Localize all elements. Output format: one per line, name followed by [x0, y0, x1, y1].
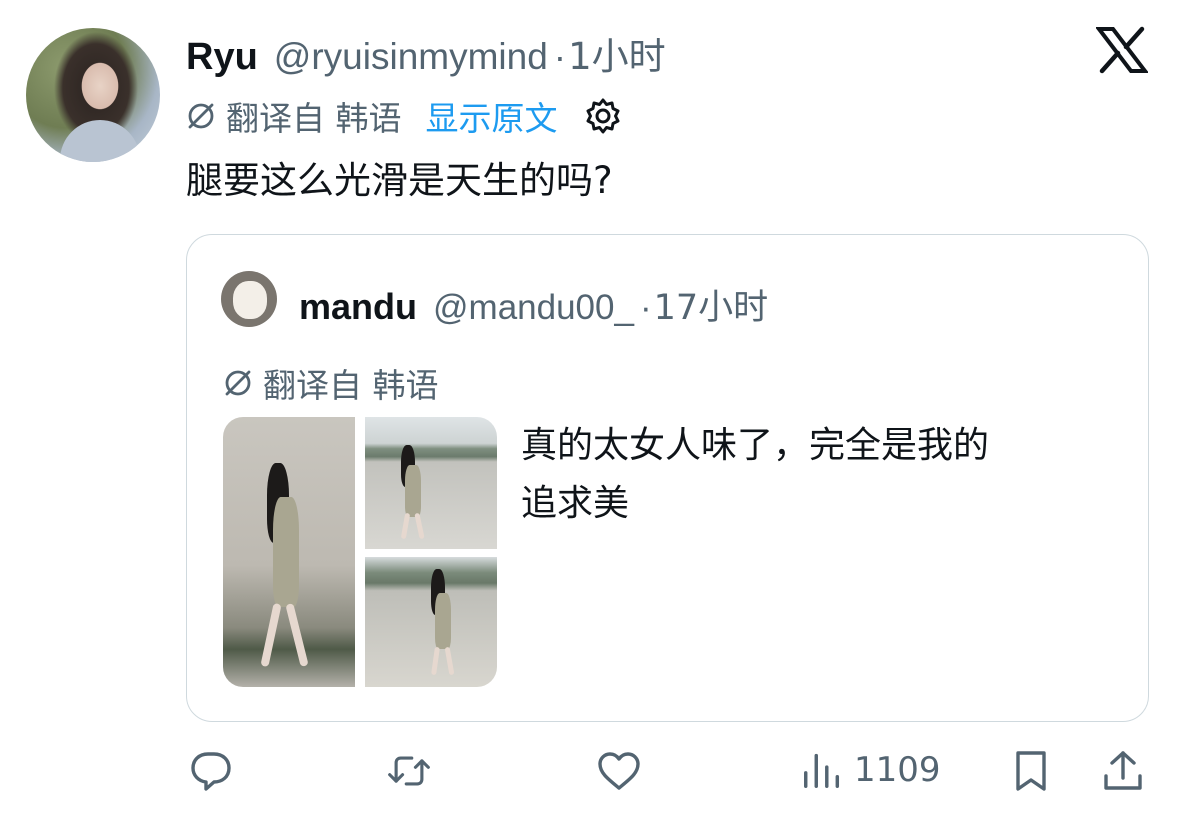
translate-icon: [188, 103, 214, 129]
show-original-link[interactable]: 显示原文: [426, 92, 558, 140]
user-handle[interactable]: @ryuisinmymind: [274, 36, 548, 78]
tweet-text: 腿要这么光滑是天生的吗?: [186, 159, 613, 202]
x-logo-icon: [1096, 26, 1148, 74]
bookmark-icon: [1016, 751, 1046, 791]
share-icon: [1104, 751, 1142, 790]
avatar-detail: [60, 120, 140, 162]
share-button[interactable]: [1100, 748, 1146, 794]
quote-timestamp[interactable]: 17小时: [654, 279, 769, 330]
translate-icon: [225, 370, 251, 396]
quote-text: 真的太女人味了，完全是我的 追求美: [521, 417, 1121, 533]
quote-text-line: 追求美: [521, 483, 630, 524]
quote-text-line: 真的太女人味了，完全是我的: [521, 425, 990, 466]
reply-icon: [191, 752, 231, 791]
like-button[interactable]: [596, 748, 642, 794]
photo-figure: [395, 441, 435, 541]
retweet-icon: [388, 756, 430, 786]
photo-thumbnail[interactable]: [365, 557, 497, 687]
quote-display-name[interactable]: mandu: [299, 286, 417, 328]
reply-button[interactable]: [188, 748, 234, 794]
display-name[interactable]: Ryu: [186, 36, 258, 79]
views-count: 1109: [854, 750, 941, 790]
translated-from-label: 翻译自 韩语: [263, 366, 439, 405]
photo-thumbnail[interactable]: [223, 417, 355, 687]
separator-dot: ·: [553, 36, 567, 77]
photo-figure: [253, 457, 323, 677]
action-bar: 1109: [186, 748, 1149, 808]
timestamp[interactable]: 1小时: [568, 26, 666, 80]
bookmark-button[interactable]: [1008, 748, 1054, 794]
like-icon: [598, 752, 640, 790]
avatar[interactable]: [26, 28, 160, 162]
gear-icon[interactable]: [584, 97, 622, 135]
quote-translation-row: 翻译自 韩语: [223, 359, 439, 407]
separator-dot: ·: [639, 288, 652, 327]
retweet-button[interactable]: [386, 748, 432, 794]
quote-tweet-card[interactable]: mandu @mandu00_ · 17小时 翻译自 韩语 真的太女人味了，完全…: [186, 234, 1149, 722]
quote-header: mandu @mandu00_ · 17小时: [299, 279, 768, 330]
quote-avatar[interactable]: [221, 271, 277, 327]
views-button[interactable]: 1109: [800, 748, 941, 792]
quote-user-handle[interactable]: @mandu00_: [433, 288, 634, 328]
tweet-header: Ryu @ryuisinmymind · 1小时: [186, 26, 666, 78]
photo-figure: [425, 567, 465, 677]
translated-from-label: 翻译自 韩语: [226, 99, 402, 138]
media-grid: [223, 417, 497, 687]
avatar-detail: [233, 281, 267, 319]
photo-thumbnail[interactable]: [365, 417, 497, 549]
translation-row: 翻译自 韩语 显示原文: [186, 92, 622, 140]
views-icon: [804, 753, 840, 788]
